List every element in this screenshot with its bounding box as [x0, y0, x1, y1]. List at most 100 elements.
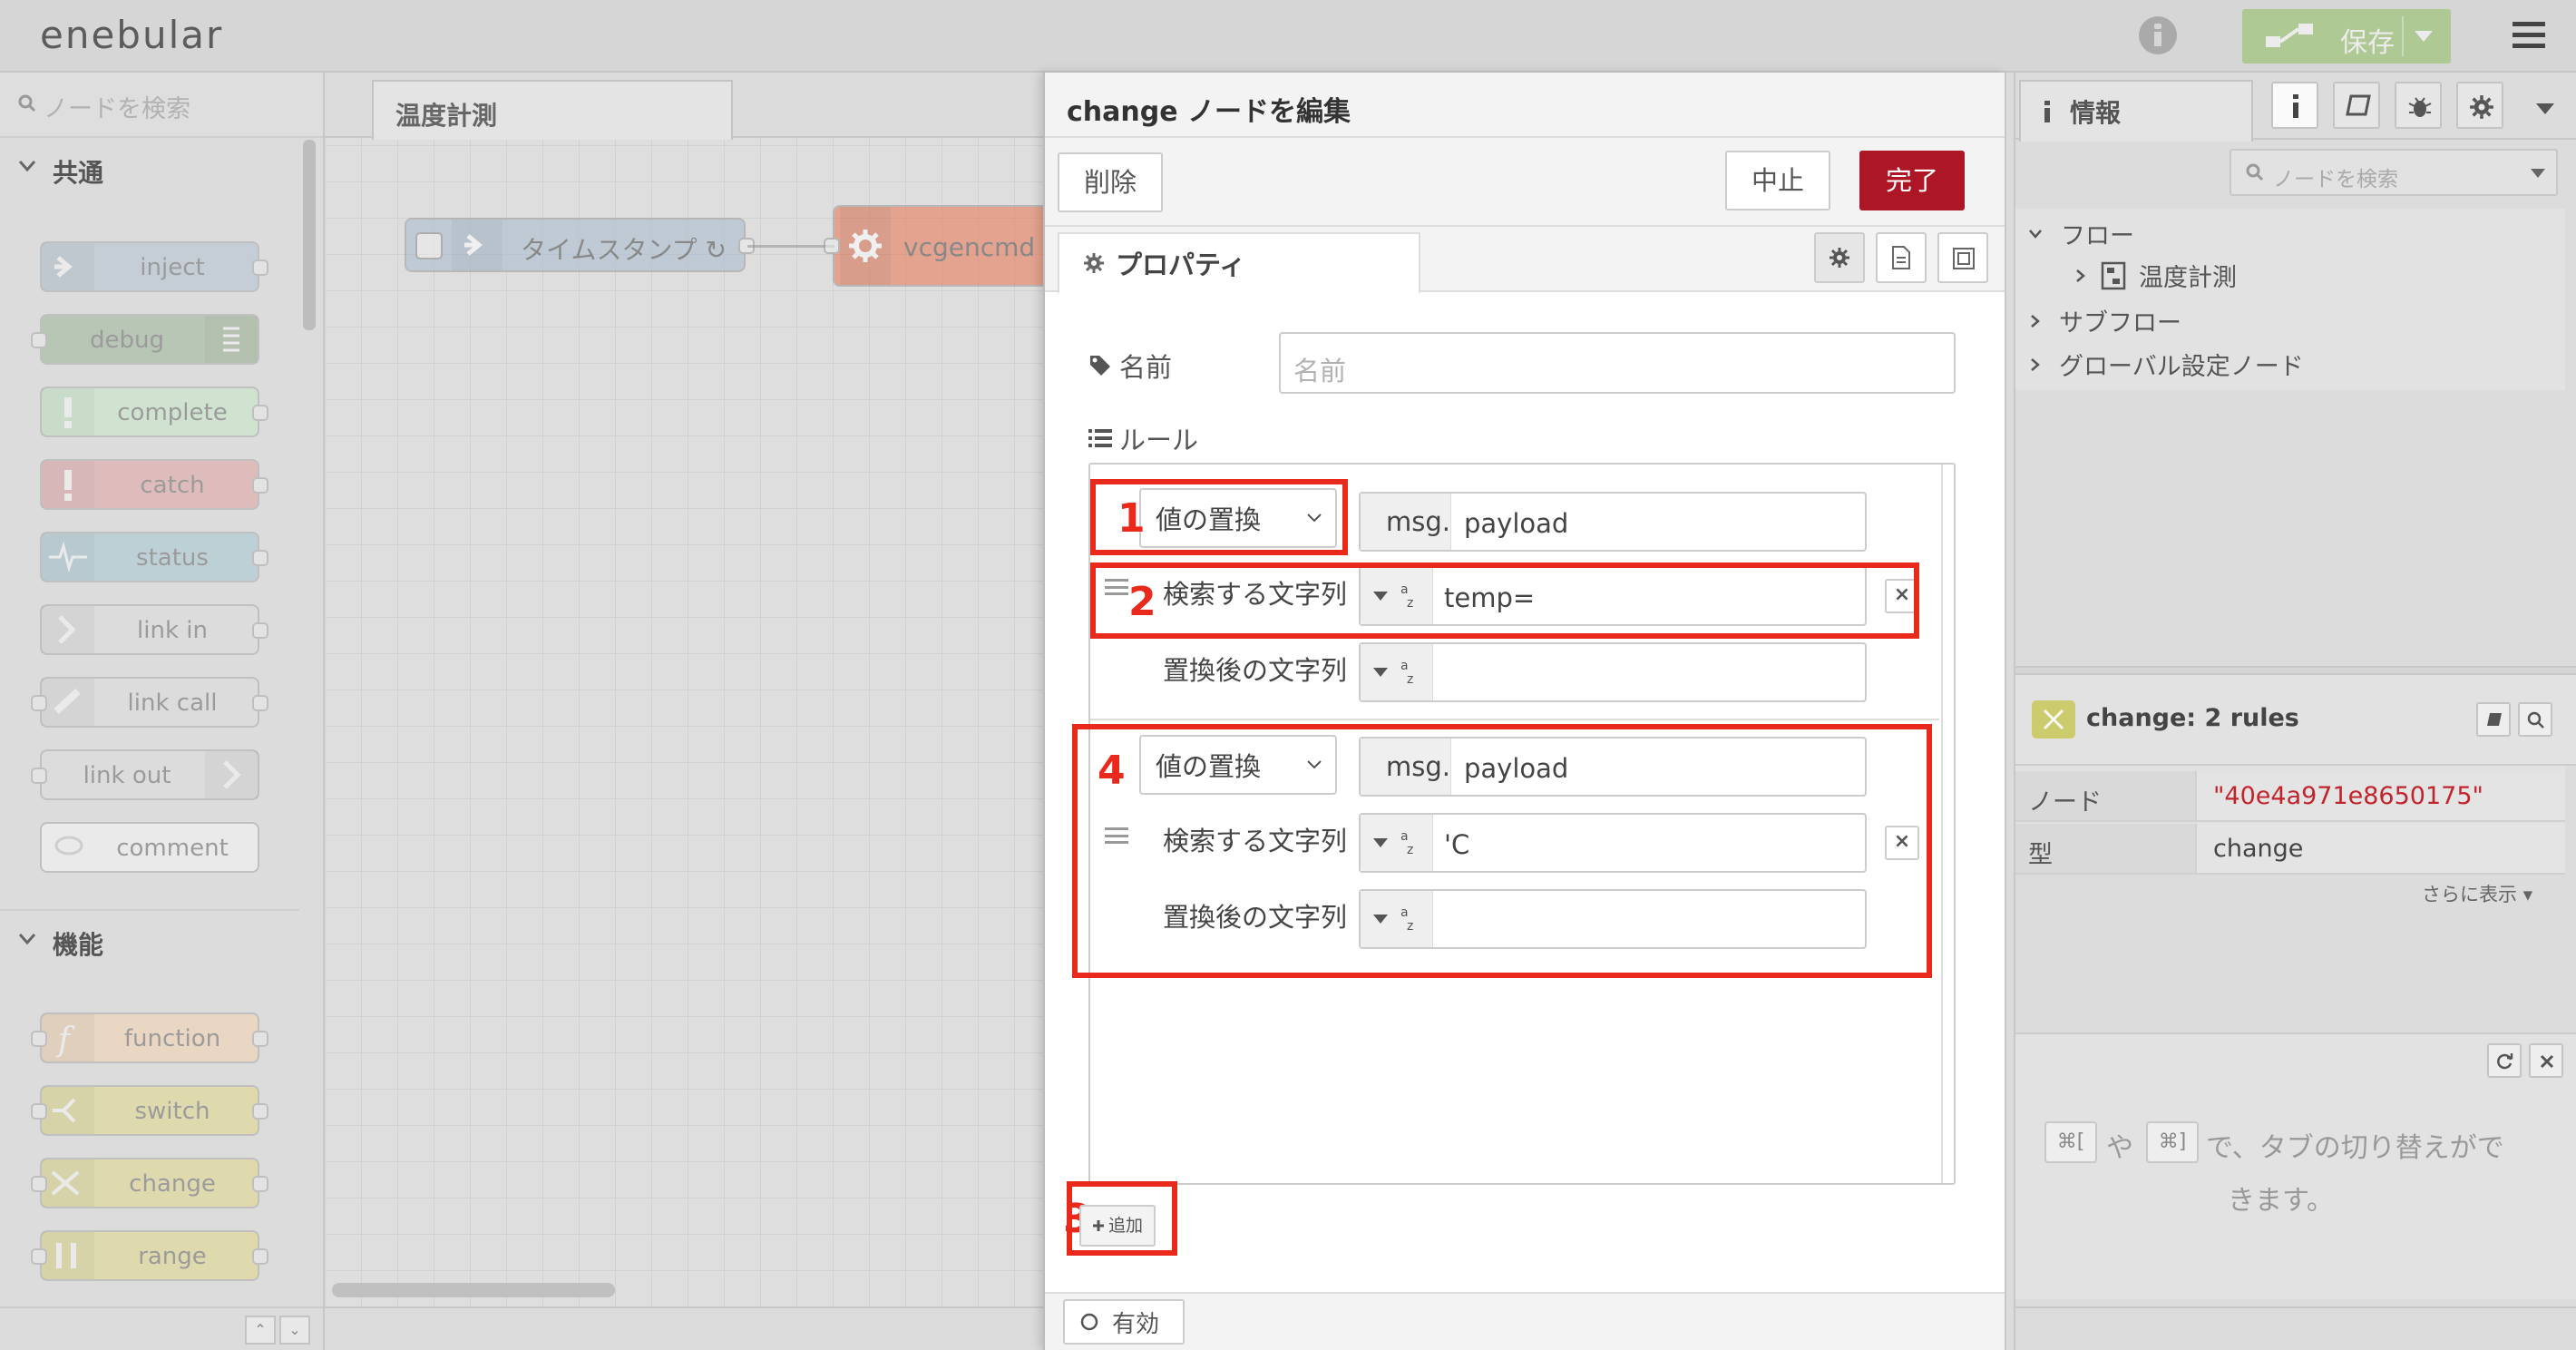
- palette-node-comment[interactable]: comment: [40, 822, 259, 873]
- shortcut-key: ⌘]: [2146, 1121, 2199, 1163]
- palette-node-link-call[interactable]: link call: [31, 677, 268, 728]
- add-rule-button[interactable]: 追加: [1079, 1205, 1156, 1247]
- tab-label: 温度計測: [395, 101, 498, 131]
- node-info-header: change: 2 rules: [2015, 675, 2576, 766]
- workspace-scrollbar[interactable]: [332, 1283, 615, 1297]
- info-tab-button[interactable]: [2271, 82, 2318, 129]
- delete-button[interactable]: 削除: [1058, 152, 1163, 212]
- expand-all-button[interactable]: ⌄: [279, 1316, 310, 1345]
- enable-toggle[interactable]: 有効: [1063, 1299, 1185, 1345]
- flow-node-vcgencmd[interactable]: vcgencmd m: [824, 205, 1068, 287]
- help-button[interactable]: [2476, 702, 2511, 737]
- tray-toolbar: 削除 中止 完了: [1045, 138, 2006, 227]
- palette-node-link-in[interactable]: link in: [40, 604, 268, 655]
- palette-node-inject[interactable]: inject: [40, 241, 268, 292]
- caret-down-icon[interactable]: [2415, 31, 2433, 42]
- palette-node-function[interactable]: f function: [31, 1012, 268, 1063]
- search-icon: [18, 94, 36, 112]
- palette-node-debug[interactable]: debug: [31, 314, 259, 365]
- inject-button[interactable]: [415, 232, 443, 259]
- info-icon: [2293, 94, 2298, 118]
- rule-target-input[interactable]: msg. payload: [1359, 492, 1867, 552]
- caret-down-icon[interactable]: [2536, 103, 2554, 114]
- palette-scrollbar[interactable]: [303, 140, 316, 330]
- sidebar-resize-handle[interactable]: [2015, 666, 2576, 675]
- palette-search-placeholder: ノードを検索: [44, 95, 190, 123]
- collapse-all-button[interactable]: ⌃: [245, 1316, 276, 1345]
- tree-item-subflows[interactable]: サブフロー: [2028, 303, 2181, 338]
- refresh-tip-button[interactable]: [2487, 1043, 2522, 1078]
- palette-search-input[interactable]: ノードを検索: [0, 73, 323, 138]
- debug-tab-button[interactable]: [2395, 82, 2442, 129]
- done-button[interactable]: 完了: [1859, 151, 1965, 210]
- enable-label: 有効: [1112, 1310, 1160, 1338]
- tab-settings-button[interactable]: [1814, 232, 1865, 283]
- string-type-icon: az: [1400, 659, 1413, 686]
- palette-node-switch[interactable]: switch: [31, 1085, 268, 1136]
- tab-info[interactable]: 情報: [2019, 80, 2253, 142]
- shortcut-key: ⌘[: [2044, 1121, 2097, 1163]
- prop-value[interactable]: "40e4a971e8650175": [2197, 771, 2565, 820]
- replace-input[interactable]: az: [1359, 642, 1867, 702]
- tree-item-flows[interactable]: フロー: [2028, 216, 2134, 251]
- node-palette: ノードを検索 共通 inject debug complete catch st…: [0, 73, 325, 1350]
- tip-panel: ⌘[ や ⌘] で、タブの切り替えがで きます。: [2015, 1032, 2576, 1299]
- palette-node-link-out[interactable]: link out: [31, 749, 259, 800]
- menu-icon[interactable]: [2513, 22, 2545, 49]
- book-tab-button[interactable]: [2333, 82, 2380, 129]
- close-tip-button[interactable]: [2529, 1043, 2563, 1078]
- list-icon: [1088, 429, 1112, 447]
- save-button[interactable]: 保存: [2242, 9, 2451, 64]
- category-label: 共通: [53, 158, 104, 188]
- refresh-icon: [2497, 1053, 2513, 1070]
- frame-icon: [1953, 248, 1975, 269]
- node-label: range: [138, 1243, 207, 1270]
- node-label: status: [136, 544, 209, 572]
- config-tab-button[interactable]: [2456, 82, 2503, 129]
- table-row: ノード "40e4a971e8650175": [2015, 771, 2565, 822]
- tree-item-flow[interactable]: 温度計測: [2054, 258, 2237, 293]
- tip-text: きます。: [2228, 1185, 2334, 1217]
- gear-icon: [849, 230, 882, 262]
- locate-button[interactable]: [2518, 702, 2552, 737]
- tab-description-button[interactable]: [1876, 232, 1927, 283]
- workspace-footer: [325, 1306, 1043, 1350]
- rules-label-text: ルール: [1119, 425, 1199, 455]
- info-icon[interactable]: [2139, 16, 2177, 54]
- caret-down-icon[interactable]: [2531, 169, 2545, 178]
- tab-properties[interactable]: プロパティ: [1058, 232, 1420, 294]
- rules-scrollbar[interactable]: [1941, 465, 1954, 1183]
- prop-key: ノード: [2015, 771, 2197, 820]
- flow-node-timestamp[interactable]: タイムスタンプ ↻: [405, 218, 755, 272]
- info-icon: [2044, 101, 2050, 122]
- cancel-button[interactable]: 中止: [1725, 151, 1830, 210]
- sidebar-separator[interactable]: [2005, 73, 2015, 1350]
- deploy-icon: [2266, 24, 2313, 47]
- palette-node-catch[interactable]: catch: [40, 459, 268, 510]
- tab-flow[interactable]: 温度計測: [372, 80, 733, 140]
- app-logo: enebular: [40, 13, 224, 57]
- palette-category-function[interactable]: 機能: [0, 909, 299, 976]
- name-input[interactable]: 名前: [1279, 332, 1956, 394]
- arrow-in-icon: [464, 234, 483, 256]
- chevron-down-icon: [18, 934, 36, 945]
- palette-node-range[interactable]: range: [31, 1230, 268, 1281]
- sidebar-footer: [2015, 1306, 2576, 1350]
- tab-appearance-button[interactable]: [1937, 232, 1988, 283]
- close-icon: [2540, 1054, 2554, 1069]
- palette-category-common[interactable]: 共通: [0, 138, 299, 205]
- show-more-link[interactable]: さらに表示 ▾: [2422, 880, 2532, 907]
- table-row: 型 change: [2015, 824, 2565, 875]
- rule-target-value: payload: [1464, 508, 1569, 539]
- link-out-icon: [223, 760, 241, 789]
- sidebar-search-input[interactable]: ノードを検索: [2230, 149, 2558, 196]
- palette-node-complete[interactable]: complete: [40, 386, 268, 437]
- palette-node-status[interactable]: status: [40, 532, 268, 582]
- replace-label: 置換後の文字列: [1163, 655, 1348, 686]
- prop-value: change: [2197, 824, 2565, 873]
- chevron-right-icon: [2076, 269, 2085, 282]
- sidebar-search-placeholder: ノードを検索: [2273, 168, 2398, 191]
- tree-item-global-config[interactable]: グローバル設定ノード: [2028, 347, 2304, 382]
- palette-node-change[interactable]: change: [31, 1158, 268, 1208]
- shuffle-icon: [2043, 709, 2064, 730]
